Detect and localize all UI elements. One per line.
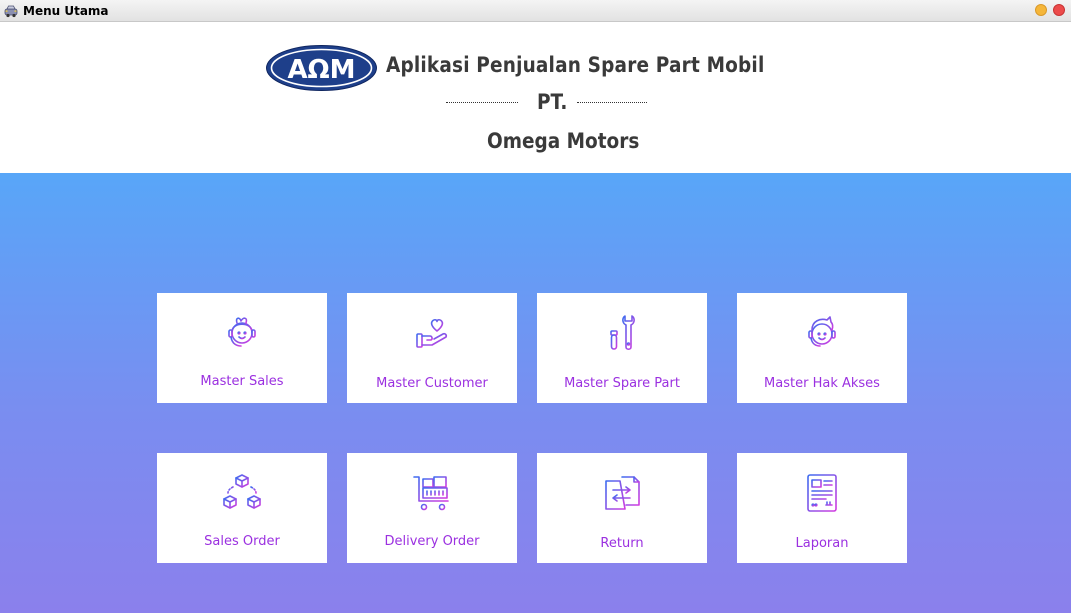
- close-button[interactable]: [1053, 4, 1065, 16]
- cart-delivery-icon: [413, 476, 449, 511]
- company-logo: AΩM: [266, 45, 377, 91]
- laporan-label: Laporan: [795, 536, 849, 551]
- logo-text: AΩM: [287, 55, 355, 85]
- master-sales-label: Master Sales: [200, 374, 284, 389]
- sales-order-button[interactable]: Sales Order: [157, 453, 327, 563]
- delivery-order-label: Delivery Order: [384, 534, 480, 549]
- divider-left: [446, 102, 518, 103]
- return-button[interactable]: Return: [537, 453, 707, 563]
- app-title: Aplikasi Penjualan Spare Part Mobil: [386, 53, 765, 77]
- divider-right: [577, 102, 647, 103]
- support-agent-icon: [808, 316, 836, 347]
- return-label: Return: [600, 536, 644, 551]
- window-titlebar[interactable]: Menu Utama: [0, 0, 1071, 22]
- master-hak-akses-button[interactable]: Master Hak Akses: [737, 293, 907, 403]
- company-name: Omega Motors: [487, 129, 640, 153]
- headset-girl-icon: [228, 317, 256, 347]
- boxes-network-icon: [223, 474, 261, 509]
- hand-heart-icon: [416, 318, 448, 348]
- report-document-icon: [807, 474, 837, 512]
- delivery-order-button[interactable]: Delivery Order: [347, 453, 517, 563]
- master-hak-akses-label: Master Hak Akses: [764, 376, 880, 391]
- master-customer-label: Master Customer: [376, 376, 488, 391]
- menu-panel: Master Sales Master Customer Master Spar…: [0, 173, 1071, 613]
- company-prefix: PT.: [537, 90, 568, 114]
- screwdriver-wrench-icon: [610, 315, 635, 351]
- minimize-button[interactable]: [1035, 4, 1047, 16]
- car-icon: [4, 5, 18, 18]
- master-spare-part-label: Master Spare Part: [564, 376, 680, 391]
- window-title: Menu Utama: [23, 4, 109, 18]
- sales-order-label: Sales Order: [204, 534, 280, 549]
- master-sales-button[interactable]: Master Sales: [157, 293, 327, 403]
- laporan-button[interactable]: Laporan: [737, 453, 907, 563]
- document-exchange-icon: [605, 476, 640, 510]
- master-spare-part-button[interactable]: Master Spare Part: [537, 293, 707, 403]
- app-header: AΩM Aplikasi Penjualan Spare Part Mobil …: [0, 22, 1071, 173]
- master-customer-button[interactable]: Master Customer: [347, 293, 517, 403]
